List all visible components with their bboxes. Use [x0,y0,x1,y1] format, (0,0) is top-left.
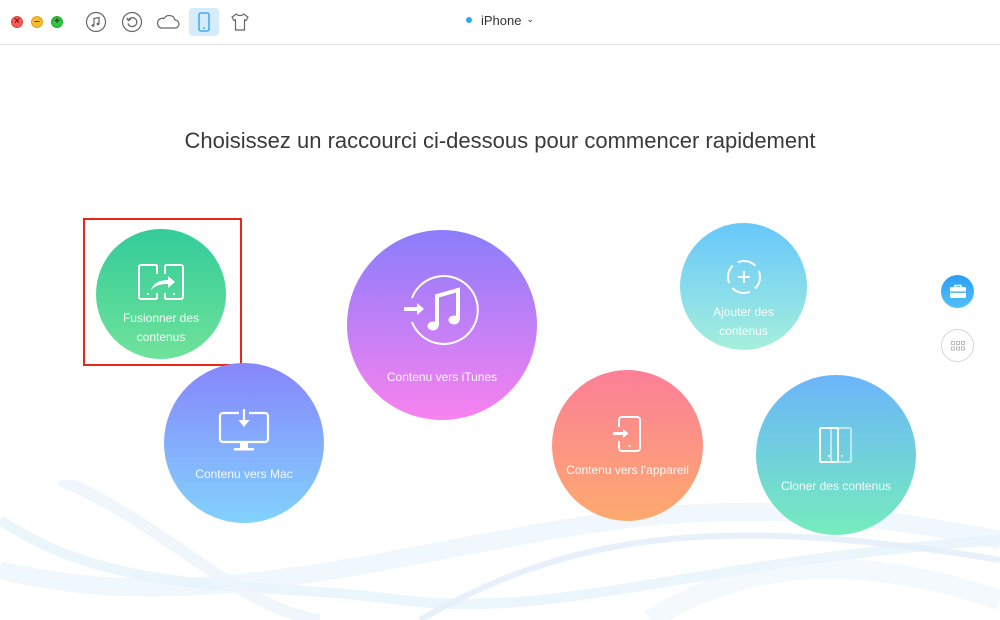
shortcut-label: contenus [136,330,186,344]
shortcut-add-content[interactable]: Ajouter des contenus [680,223,807,350]
shortcut-label: contenus [719,324,768,338]
shortcut-label: Contenu vers iTunes [386,370,498,384]
shortcut-label: Fusionner des [122,311,200,325]
chevron-down-icon: ⌄ [526,14,535,25]
clone-device-icon [819,427,852,463]
app-window: × – + iPhone ⌄ Choisissez un raccourci ci… [0,0,1000,620]
titlebar: × – + iPhone ⌄ [0,0,1000,45]
device-name: iPhone [480,13,522,28]
connection-status-dot [465,16,472,23]
shortcut-merge-content[interactable]: Fusionner des contenus [96,229,226,359]
shortcut-content-to-itunes[interactable]: Contenu vers iTunes [347,230,537,420]
shortcut-label: Contenu vers Mac [195,467,293,481]
shortcut-clone-content[interactable]: Cloner des contenus [756,375,916,535]
to-device-icon [612,416,641,452]
apps-grid-button[interactable] [941,329,974,362]
itunes-transfer-icon [404,275,479,345]
shortcut-content-to-mac[interactable]: Contenu vers Mac [164,363,324,523]
merge-devices-icon [138,264,184,300]
shortcut-content-to-device[interactable]: Contenu vers l’appareil [552,370,703,521]
page-title: Choisissez un raccourci ci-dessous pour … [184,128,816,153]
shortcut-label: Contenu vers l’appareil [566,463,689,477]
add-content-icon [726,260,761,294]
toolbox-button[interactable] [941,275,974,308]
apps-grid-icon [950,340,965,350]
toolbox-icon [949,284,966,298]
computer-download-icon [218,409,270,451]
shortcut-label: Ajouter des [713,305,774,319]
shortcut-label: Cloner des contenus [780,479,892,493]
device-selector[interactable]: iPhone ⌄ [0,13,1000,28]
